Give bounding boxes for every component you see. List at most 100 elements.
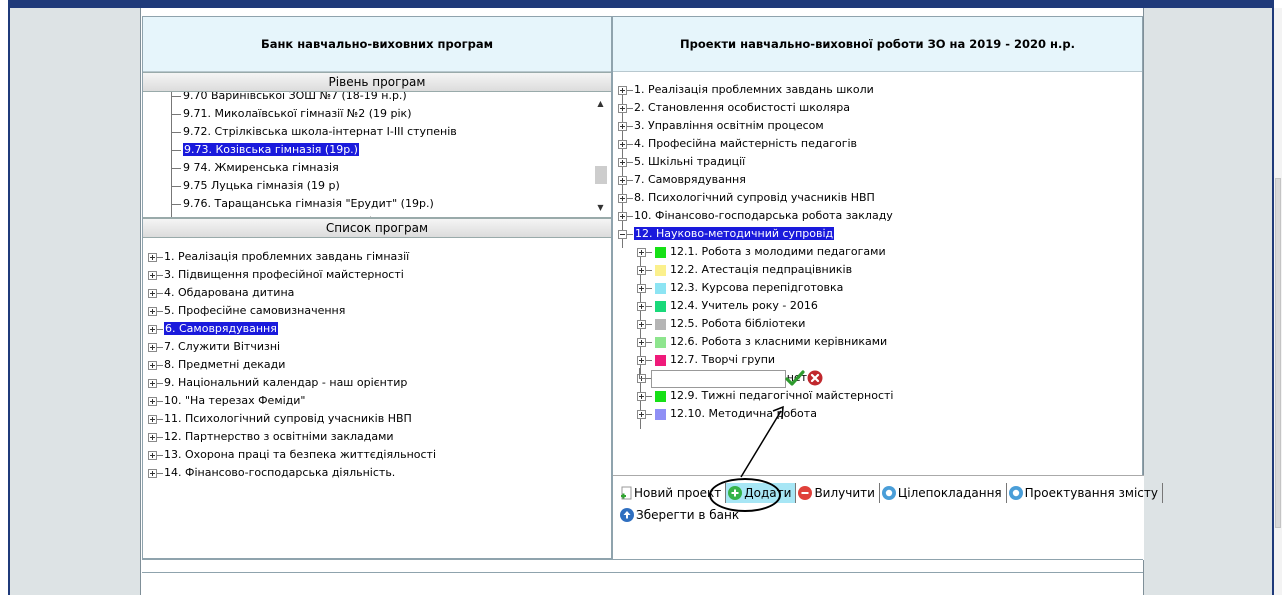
project-child-item[interactable]: 12.9. Тижні педагогічної майстерності [618,387,1142,405]
program-item[interactable]: 11. Психологічний супровід учасників НВП [148,410,611,428]
expand-icon[interactable] [637,247,646,257]
page-scrollbar[interactable] [1274,8,1282,595]
expand-icon[interactable] [618,139,627,149]
program-item[interactable]: 6. Самоврядування [148,320,611,338]
checkmark-icon[interactable] [785,368,805,388]
program-item[interactable]: 8. Предметні декади [148,356,611,374]
project-item[interactable]: 3. Управління освітнім процесом [618,117,1142,135]
program-item[interactable]: 9. Національний календар - наш орієнтир [148,374,611,392]
project-child-label: 12.5. Робота бібліотеки [670,317,806,330]
content-design-button[interactable]: Проектування змісту [1007,483,1163,503]
page-scrollbar-thumb[interactable] [1275,178,1281,528]
program-item[interactable]: 4. Обдарована дитина [148,284,611,302]
program-item[interactable]: 10. "На терезах Феміди" [148,392,611,410]
goal-setting-button[interactable]: Цілепокладання [880,483,1007,503]
expand-icon[interactable] [148,306,157,316]
program-item[interactable]: 13. Охорона праці та безпека життєдіяльн… [148,446,611,464]
level-item[interactable]: 9.73. Козівська гімназія (19р.) [171,141,465,159]
scroll-up-icon[interactable]: ▲ [592,96,609,112]
level-list[interactable]: 9.70 Варинівської ЗОШ №7 (18-19 н.р.) 9.7… [143,92,611,218]
expand-icon[interactable] [148,342,157,352]
collapse-icon[interactable] [618,229,627,239]
level-item[interactable]: 9.71. Миколаївської гімназії №2 (19 рік) [171,105,465,123]
expand-icon[interactable] [618,85,627,95]
scroll-down-icon[interactable]: ▼ [592,200,609,216]
expand-icon[interactable] [618,175,627,185]
project-item[interactable]: 12. Науково-методичний супровід [618,225,1142,243]
project-child-label: 12.9. Тижні педагогічної майстерності [670,389,894,402]
expand-icon[interactable] [148,468,157,478]
level-item[interactable]: 9.70 Варинівської ЗОШ №7 (18-19 н.р.) [171,92,465,105]
level-item[interactable]: 9.72. Стрілківська школа-інтернат І-ІІІ … [171,123,465,141]
project-child-item[interactable]: 12.3. Курсова перепідготовка [618,279,1142,297]
project-item[interactable]: 10. Фінансово-господарська робота заклад… [618,207,1142,225]
expand-icon[interactable] [637,283,646,293]
expand-icon[interactable] [148,378,157,388]
project-child-item[interactable]: 12.7. Творчі групи [618,351,1142,369]
level-item[interactable]: 9 74. Жмиренська гімназія [171,159,465,177]
project-item[interactable]: 4. Професійна майстерність педагогів [618,135,1142,153]
content-design-label: Проектування змісту [1024,486,1158,500]
expand-icon[interactable] [637,319,646,329]
project-item[interactable]: 5. Шкільні традиції [618,153,1142,171]
expand-icon[interactable] [618,103,627,113]
program-label: 13. Охорона праці та безпека життєдіяльн… [164,448,437,461]
project-item[interactable]: 2. Становлення особистості школяра [618,99,1142,117]
tree-line [157,328,163,330]
level-item-label: 9.72. Стрілківська школа-інтернат І-ІІІ … [183,125,457,138]
tree-line [157,274,163,276]
project-child-item[interactable]: 12.5. Робота бібліотеки [618,315,1142,333]
program-item[interactable]: 3. Підвищення професійної майстерності [148,266,611,284]
expand-icon[interactable] [148,450,157,460]
project-item[interactable]: 8. Психологічний супровід учасників НВП [618,189,1142,207]
new-project-button[interactable]: Новий проект [618,483,727,503]
expand-icon[interactable] [618,211,627,221]
expand-icon[interactable] [618,193,627,203]
expand-icon[interactable] [148,324,157,334]
expand-icon[interactable] [148,360,157,370]
program-item[interactable]: 14. Фінансово-господарська діяльність. [148,464,611,482]
expand-icon[interactable] [637,301,646,311]
tree-line [646,395,652,397]
expand-icon[interactable] [637,337,646,347]
expand-icon[interactable] [618,121,627,131]
expand-icon[interactable] [148,414,157,424]
expand-icon[interactable] [637,355,646,365]
add-button[interactable]: Додати [726,483,797,503]
program-item[interactable]: 7. Служити Вітчизні [148,338,611,356]
project-child-item[interactable]: 12.6. Робота з класними керівниками [618,333,1142,351]
project-child-item[interactable]: 12.2. Атестація педпрацівників [618,261,1142,279]
project-item[interactable]: 1. Реалізація проблемних завдань школи [618,81,1142,99]
expand-icon[interactable] [637,391,646,401]
level-item[interactable]: 9.77. Миколаївська загальноосвітня школа… [171,213,465,217]
expand-icon[interactable] [637,409,646,419]
bottom-strip [142,559,1143,573]
new-item-input[interactable] [651,370,786,388]
project-child-item[interactable]: 12.1. Робота з молодими педагогами [618,243,1142,261]
level-item-label: 9.76. Таращанська гімназія "Ерудит" (19р… [183,197,434,210]
save-to-bank-button[interactable]: Зберегти в банк [618,505,743,525]
expand-icon[interactable] [148,252,157,262]
project-child-item[interactable]: 12.10. Методична робота [618,405,1142,423]
program-item[interactable]: 1. Реалізація проблемних завдань гімназі… [148,248,611,266]
new-document-icon [621,486,632,500]
level-item[interactable]: 9.75 Луцька гімназія (19 р) [171,177,465,195]
expand-icon[interactable] [637,265,646,275]
program-item[interactable]: 12. Партнерство з освітніми закладами [148,428,611,446]
tree-line [646,287,652,289]
project-item[interactable]: 7. Самоврядування [618,171,1142,189]
color-swatch-icon [655,300,666,312]
level-scrollbar-thumb[interactable] [595,166,607,184]
cancel-icon[interactable] [807,370,823,386]
expand-icon[interactable] [148,396,157,406]
expand-icon[interactable] [148,288,157,298]
project-child-item[interactable]: 12.4. Учитель року - 2016 [618,297,1142,315]
expand-icon[interactable] [148,432,157,442]
expand-icon[interactable] [618,157,627,167]
level-item[interactable]: 9.76. Таращанська гімназія "Ерудит" (19р… [171,195,465,213]
level-scrollbar[interactable]: ▲ ▼ [592,96,609,216]
program-item[interactable]: 5. Професійне самовизначення [148,302,611,320]
project-label: 1. Реалізація проблемних завдань школи [634,83,874,96]
expand-icon[interactable] [148,270,157,280]
remove-button[interactable]: Вилучити [796,483,880,503]
